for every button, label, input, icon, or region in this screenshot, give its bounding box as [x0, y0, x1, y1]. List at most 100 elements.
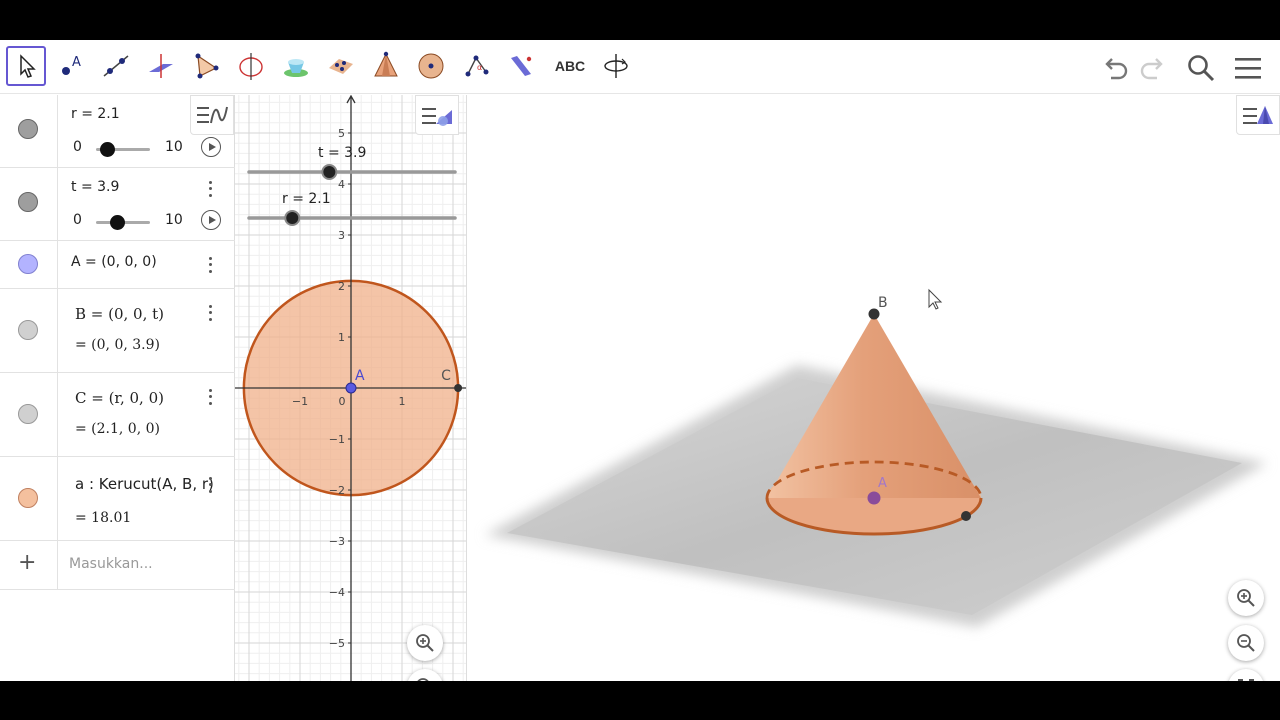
- point-A-label: A: [355, 368, 365, 384]
- add-icon[interactable]: +: [18, 550, 36, 575]
- r-slider-min: 0: [73, 139, 82, 155]
- C-value: = (2.1, 0, 0): [75, 421, 160, 437]
- slider-t-label: t = 3.9: [318, 145, 366, 161]
- zoom-in-button[interactable]: [407, 625, 443, 661]
- visibility-marble[interactable]: [18, 320, 38, 340]
- play-icon[interactable]: [201, 210, 221, 230]
- point-A-3d[interactable]: [867, 491, 881, 505]
- x-tick-label: −1: [292, 395, 308, 408]
- geogebra-app: A α ABC r = 2.1 0 10 t = 3.9 0 10 A = (0…: [0, 40, 1280, 681]
- t-slider-knob[interactable]: [109, 215, 125, 230]
- text-tool-label: ABC: [554, 58, 586, 74]
- angle-tool-icon[interactable]: α: [456, 46, 496, 86]
- point-A-3d-label: A: [878, 476, 887, 491]
- menu-icon[interactable]: [1230, 50, 1266, 86]
- zoom-out-3d-button[interactable]: [1228, 625, 1264, 661]
- text-tool-icon[interactable]: ABC: [550, 46, 590, 86]
- more-options-icon[interactable]: [203, 303, 217, 323]
- algebra-view: r = 2.1 0 10 t = 3.9 0 10 A = (0, 0, 0) …: [0, 95, 235, 681]
- mouse-cursor-icon: [928, 288, 943, 310]
- graphics-3d-canvas[interactable]: B A: [467, 95, 1280, 681]
- visibility-marble[interactable]: [18, 254, 38, 274]
- C-definition: C = (r, 0, 0): [75, 389, 164, 407]
- zoom-in-icon: [416, 634, 434, 652]
- slider-r-label: r = 2.1: [282, 191, 331, 207]
- polygon-tool-icon[interactable]: [186, 46, 226, 86]
- rotate-view-tool-icon[interactable]: [596, 46, 636, 86]
- a-value: = 18.01: [75, 510, 132, 526]
- r-slider-knob[interactable]: [99, 142, 115, 157]
- algebra-item-A[interactable]: A = (0, 0, 0): [0, 241, 235, 289]
- t-definition: t = 3.9: [71, 179, 120, 195]
- algebra-input-row[interactable]: + Masukkan...: [0, 541, 235, 590]
- perpendicular-tool-icon[interactable]: [141, 46, 181, 86]
- zoom-in-3d-button[interactable]: [1228, 580, 1264, 616]
- t-slider-max: 10: [165, 212, 183, 228]
- y-tick-label: 1: [338, 331, 345, 344]
- algebra-item-a[interactable]: a : Kerucut(A, B, r) = 18.01: [0, 457, 235, 541]
- y-tick-label: −4: [329, 586, 345, 599]
- algebra-item-t[interactable]: t = 3.9 0 10: [0, 168, 235, 241]
- toolbar: A α ABC: [0, 40, 1280, 94]
- zoom-out-icon: [417, 678, 429, 681]
- point-B-label: B: [878, 295, 888, 311]
- y-tick-label: 4: [338, 178, 345, 191]
- line-tool-icon[interactable]: [96, 46, 136, 86]
- r-slider[interactable]: 0 10: [71, 137, 231, 159]
- y-tick-label: 5: [338, 127, 345, 140]
- graphics-3d-style-bar-button[interactable]: [1236, 95, 1280, 135]
- slider-r-knob[interactable]: [284, 210, 301, 226]
- move-tool-icon[interactable]: [6, 46, 46, 86]
- y-tick-label: −5: [329, 637, 345, 650]
- y-tick-label: −2: [329, 484, 345, 497]
- A-definition: A = (0, 0, 0): [71, 254, 157, 270]
- algebra-item-B[interactable]: B = (0, 0, t) = (0, 0, 3.9): [0, 289, 235, 373]
- point-A[interactable]: [345, 382, 357, 394]
- a-definition: a : Kerucut(A, B, r): [75, 475, 213, 493]
- sphere-tool-icon[interactable]: [411, 46, 451, 86]
- graphics-3d-view[interactable]: B A: [467, 95, 1280, 681]
- point-C[interactable]: [454, 384, 463, 392]
- graphics-canvas[interactable]: 5 4 3 2 1 −1 −2 −3 −4 −5 −1 0 1 t = 3.9 r = 2.1 A C: [235, 95, 467, 681]
- more-options-icon[interactable]: [203, 179, 217, 199]
- y-tick-label: 2: [338, 280, 345, 293]
- point-C-label: C: [441, 368, 451, 384]
- graphics-style-bar-button[interactable]: [415, 95, 459, 135]
- intersect-surfaces-tool-icon[interactable]: [276, 46, 316, 86]
- x-tick-label: 1: [399, 395, 406, 408]
- visibility-marble[interactable]: [18, 119, 38, 139]
- y-tick-label: 3: [338, 229, 345, 242]
- x-tick-label: 0: [339, 395, 346, 408]
- pyramid-tool-icon[interactable]: [366, 46, 406, 86]
- plane-tool-icon[interactable]: [321, 46, 361, 86]
- play-icon[interactable]: [201, 137, 221, 157]
- svg-text:α: α: [477, 63, 482, 72]
- fullscreen-icon: [1238, 679, 1254, 681]
- visibility-marble[interactable]: [18, 488, 38, 508]
- t-slider[interactable]: 0 10: [71, 210, 231, 232]
- B-value: = (0, 0, 3.9): [75, 337, 160, 353]
- visibility-marble[interactable]: [18, 192, 38, 212]
- redo-icon[interactable]: [1135, 50, 1171, 86]
- zoom-in-icon: [1237, 589, 1255, 607]
- y-tick-label: −3: [329, 535, 345, 548]
- zoom-out-icon: [1237, 634, 1255, 652]
- point-tool-icon[interactable]: A: [51, 46, 91, 86]
- algebra-input[interactable]: Masukkan...: [69, 556, 153, 572]
- r-slider-max: 10: [165, 139, 183, 155]
- point-C-3d[interactable]: [961, 511, 971, 521]
- more-options-icon[interactable]: [203, 255, 217, 275]
- visibility-marble[interactable]: [18, 404, 38, 424]
- search-icon[interactable]: [1183, 50, 1219, 86]
- undo-icon[interactable]: [1097, 50, 1133, 86]
- more-options-icon[interactable]: [203, 387, 217, 407]
- slider-t-knob[interactable]: [321, 164, 338, 180]
- algebra-item-C[interactable]: C = (r, 0, 0) = (2.1, 0, 0): [0, 373, 235, 457]
- r-definition: r = 2.1: [71, 106, 120, 122]
- circle-axis-tool-icon[interactable]: [231, 46, 271, 86]
- graphics-view[interactable]: 5 4 3 2 1 −1 −2 −3 −4 −5 −1 0 1 t = 3.9 r = 2.1 A C: [235, 95, 467, 681]
- algebra-style-bar-button[interactable]: [190, 95, 234, 135]
- algebra-item-r[interactable]: r = 2.1 0 10: [0, 95, 235, 168]
- reflect-tool-icon[interactable]: [501, 46, 541, 86]
- more-options-icon[interactable]: [203, 475, 217, 495]
